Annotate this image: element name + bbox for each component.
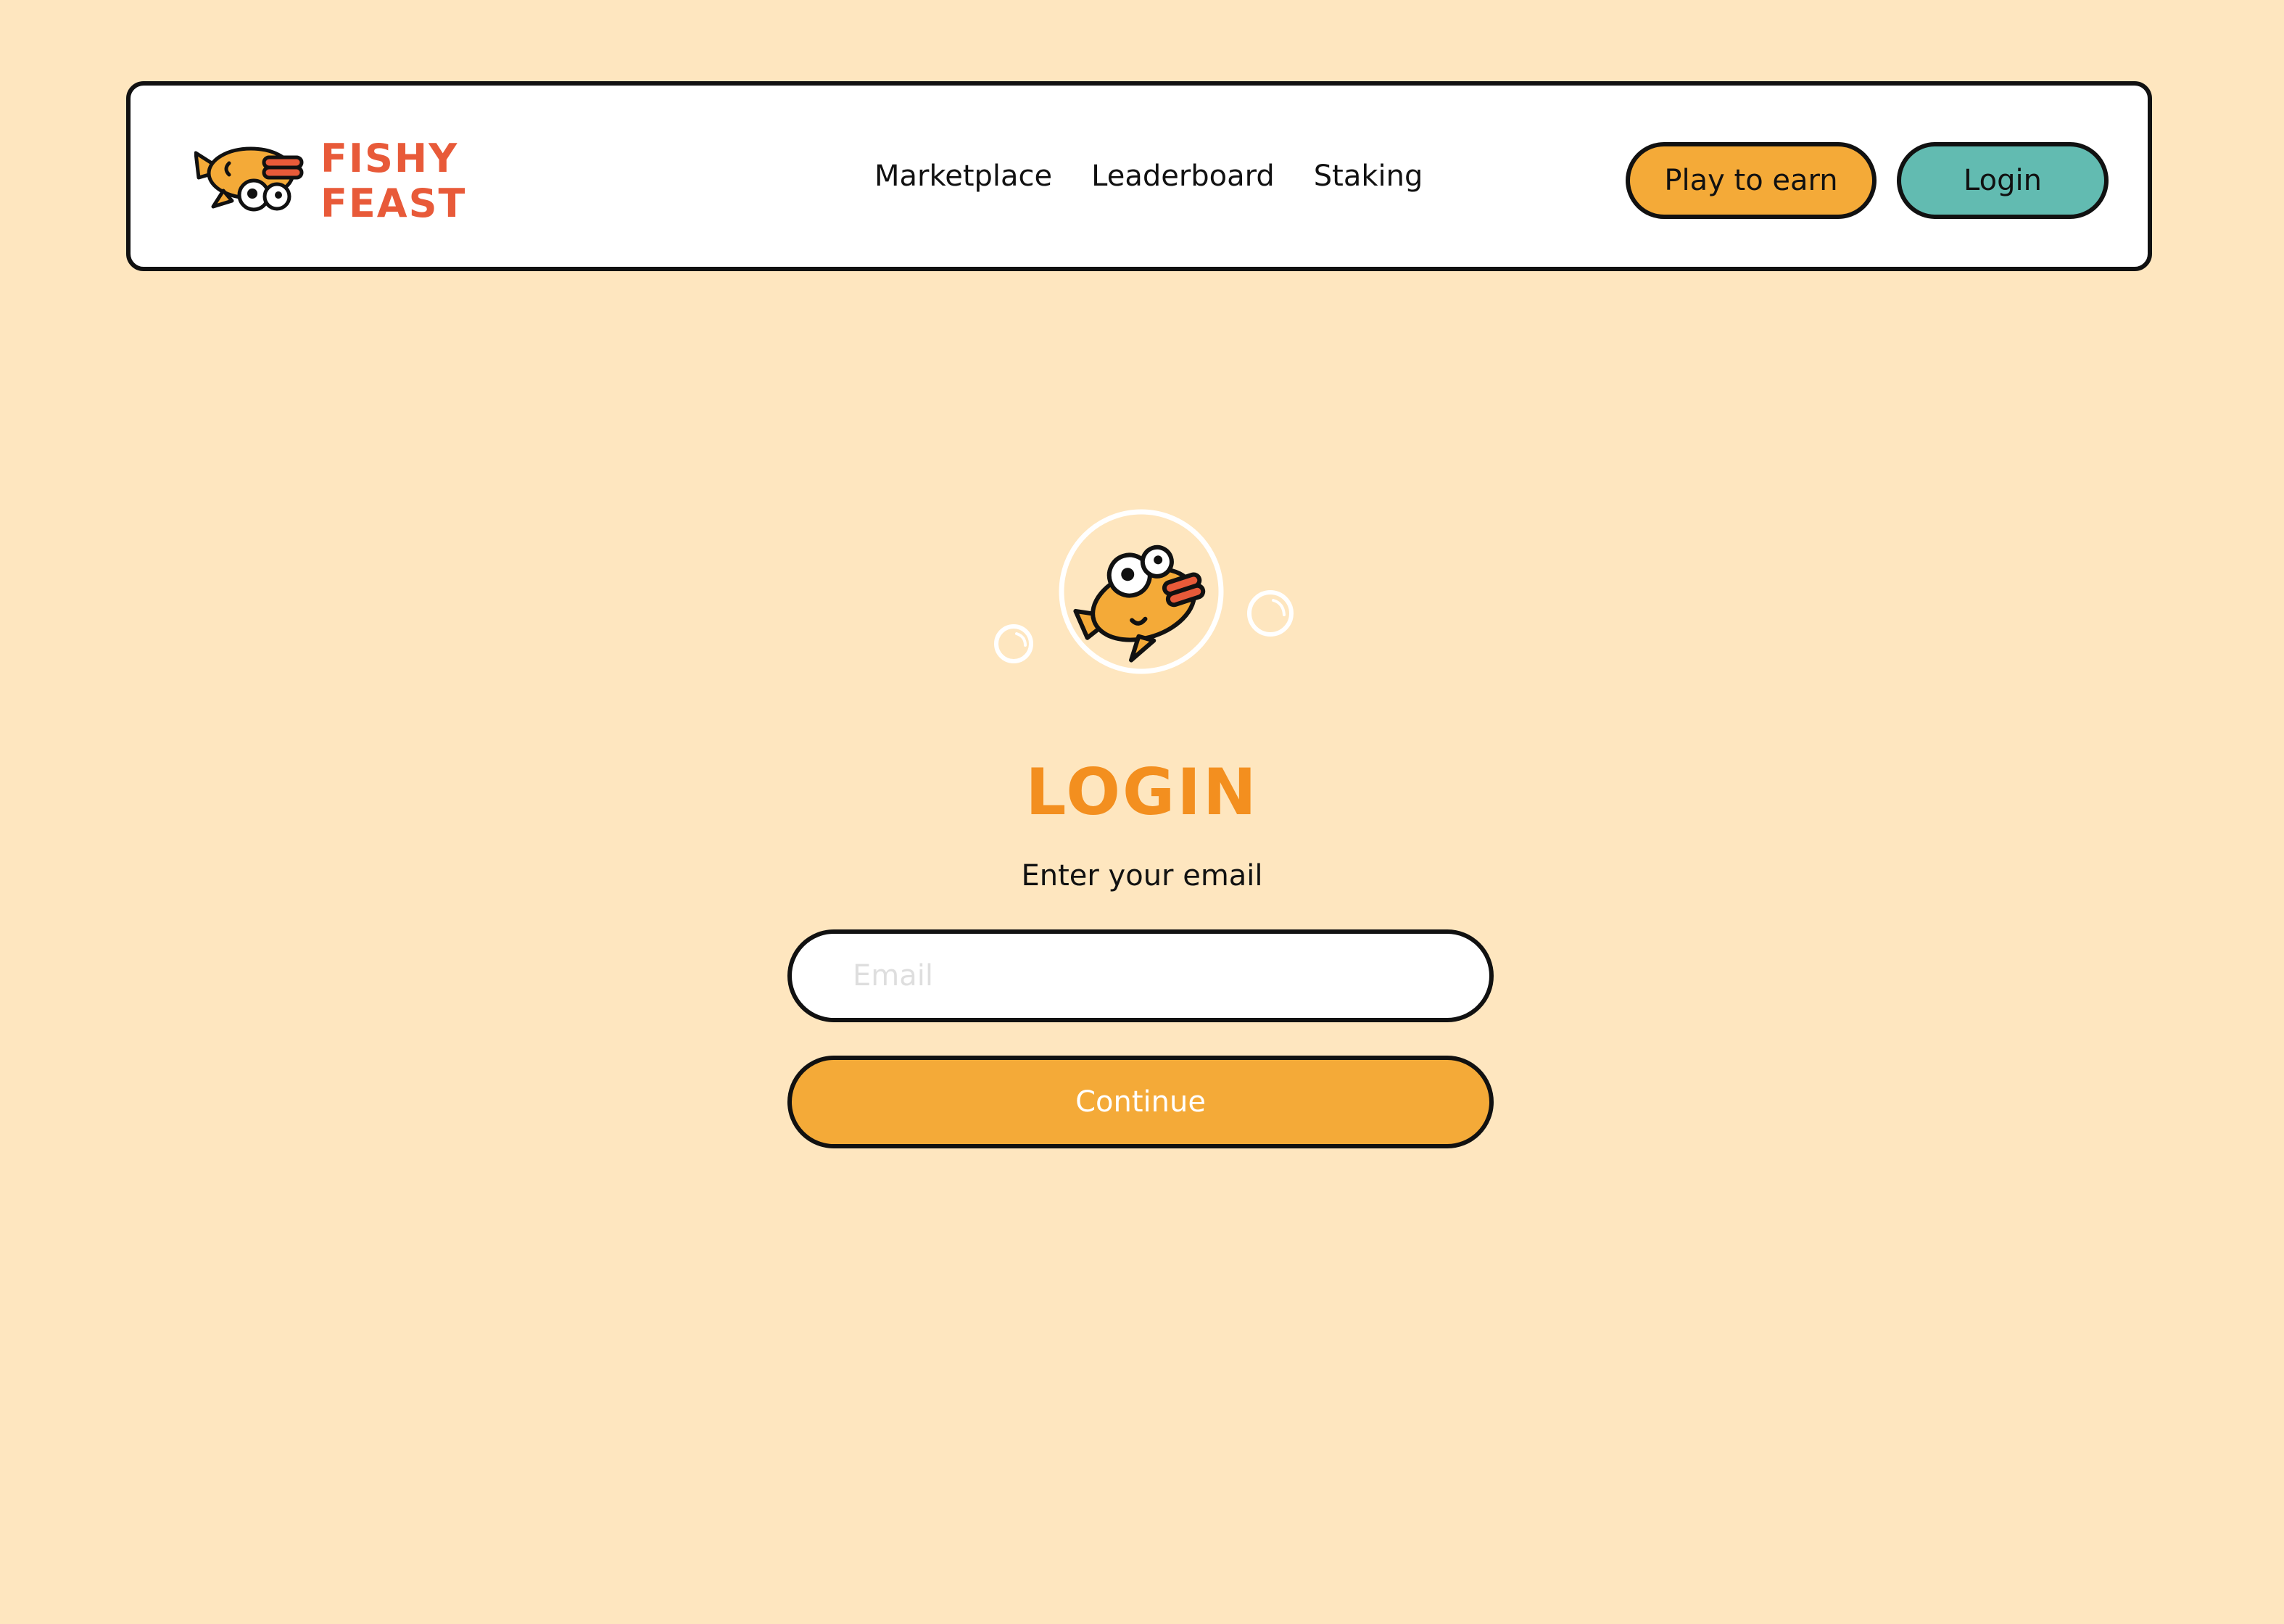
nav-link-staking[interactable]: Staking <box>1314 160 1423 193</box>
top-navbar: FISHY FEAST Marketplace Leaderboard Stak… <box>126 81 2152 271</box>
email-label: Enter your email <box>1021 859 1263 892</box>
nav-link-marketplace[interactable]: Marketplace <box>874 160 1052 193</box>
brand[interactable]: FISHY FEAST <box>194 130 480 232</box>
play-to-earn-button[interactable]: Play to earn <box>1626 142 1877 219</box>
brand-name: FISHY FEAST <box>320 136 480 226</box>
nav-links: Marketplace Leaderboard Staking <box>874 86 1423 267</box>
login-title: LOGIN <box>1025 754 1259 829</box>
nav-login-button[interactable]: Login <box>1897 142 2109 219</box>
email-input[interactable] <box>787 929 1494 1022</box>
continue-button[interactable]: Continue <box>787 1056 1494 1148</box>
fish-in-bubble-icon <box>994 509 1294 674</box>
nav-link-leaderboard[interactable]: Leaderboard <box>1091 160 1275 193</box>
brand-name-line2: FEAST <box>320 181 467 226</box>
fish-logo-icon <box>194 146 304 212</box>
brand-name-line1: FISHY <box>320 136 459 181</box>
